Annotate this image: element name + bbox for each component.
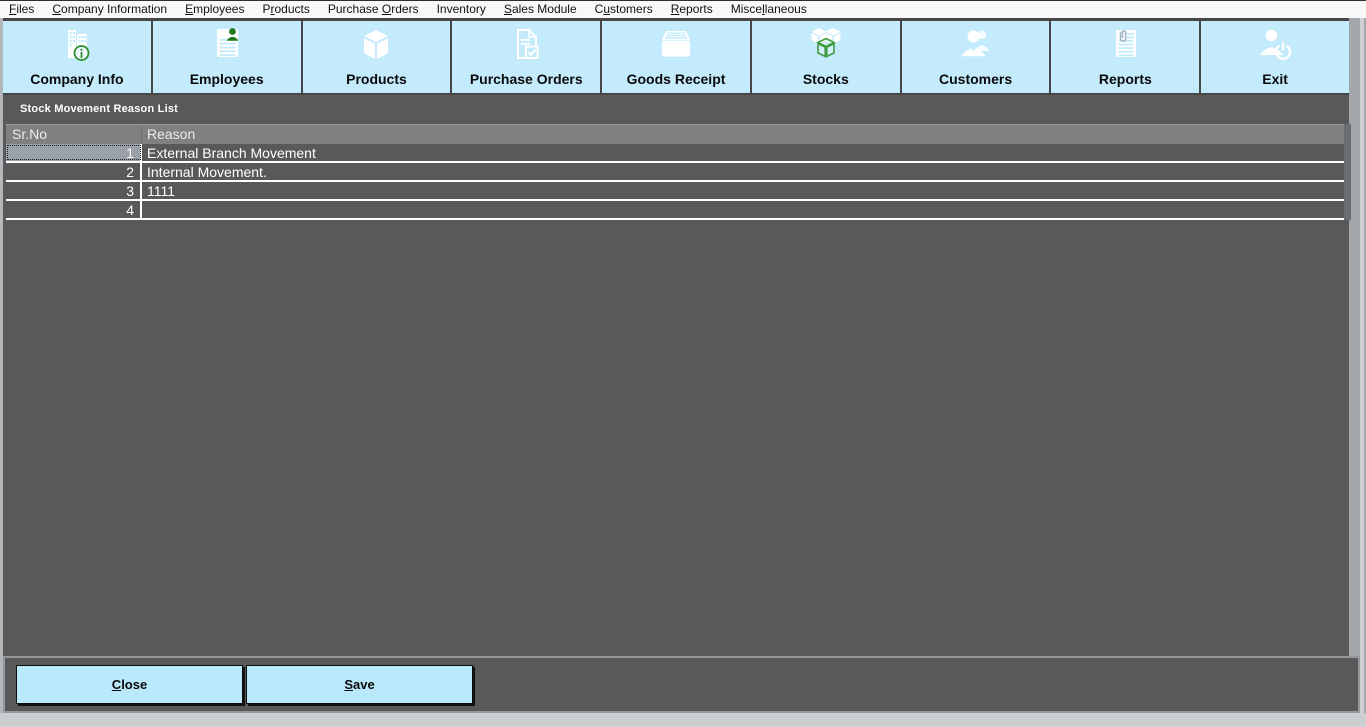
srno-cell[interactable]: 2 — [6, 163, 142, 180]
toolbar-button-label: Employees — [189, 71, 264, 87]
toolbar-button-label: Purchase Orders — [469, 71, 583, 87]
table-row: 2 Internal Movement. — [6, 163, 1344, 182]
toolbar-button-company-info[interactable]: Company Info — [3, 21, 151, 93]
close-button[interactable]: Close — [16, 665, 243, 704]
window-bottom-border — [0, 713, 1366, 727]
column-header-srno[interactable]: Sr.No — [6, 125, 142, 144]
reason-cell[interactable]: 1111 — [142, 182, 1344, 199]
table-row: 4 — [6, 201, 1344, 220]
reason-grid: Sr.No Reason 1 External Branch Movement 2 I… — [6, 124, 1344, 220]
grid-header-row: Sr.No Reason — [6, 125, 1344, 144]
building-info-icon — [54, 24, 100, 70]
menu-item-reports[interactable]: Reports — [662, 1, 722, 18]
toolbar-button-label: Customers — [939, 71, 1013, 87]
toolbar-button-label: Products — [346, 71, 407, 87]
toolbar-button-label: Stocks — [802, 71, 849, 87]
toolbar-button-employees[interactable]: Employees — [152, 21, 301, 93]
reason-cell[interactable]: External Branch Movement — [142, 144, 1344, 161]
toolbar-button-goods-receipt[interactable]: Goods Receipt — [602, 21, 750, 93]
toolbar-button-purchase-orders[interactable]: Purchase Orders — [452, 21, 601, 93]
goods-box-icon — [653, 24, 699, 70]
toolbar-button-customers[interactable]: Customers — [901, 21, 1050, 93]
menu-item-inventory[interactable]: Inventory — [428, 1, 495, 18]
window-right-border — [1349, 18, 1366, 713]
toolbar-button-exit[interactable]: Exit — [1201, 21, 1350, 93]
grid-right-strip — [1344, 124, 1351, 220]
stacked-cubes-icon — [803, 24, 849, 70]
document-check-icon — [503, 24, 549, 70]
menu-bar: Files Company Information Employees Product… — [0, 1, 1366, 18]
menu-item-products[interactable]: Products — [253, 1, 318, 18]
menu-item-files[interactable]: Files — [0, 1, 43, 18]
toolbar-button-label: Goods Receipt — [626, 71, 726, 87]
person-power-icon — [1252, 24, 1298, 70]
menu-item-purchase-orders[interactable]: Purchase Orders — [319, 1, 428, 18]
employee-card-icon — [204, 24, 250, 70]
table-row: 1 External Branch Movement — [6, 144, 1344, 163]
menu-item-customers[interactable]: Customers — [586, 1, 662, 18]
toolbar-button-reports[interactable]: Reports — [1051, 21, 1200, 93]
menu-item-employees[interactable]: Employees — [176, 1, 253, 18]
toolbar-frame: Company Info Employees Products Purchase… — [0, 18, 1350, 95]
people-icon — [953, 24, 999, 70]
toolbar-button-products[interactable]: Products — [302, 21, 451, 93]
cube-icon — [353, 24, 399, 70]
menu-item-company-information[interactable]: Company Information — [43, 1, 176, 18]
toolbar: Company Info Employees Products Purchase… — [3, 21, 1350, 93]
menu-item-sales-module[interactable]: Sales Module — [495, 1, 586, 18]
table-row: 3 1111 — [6, 182, 1344, 201]
grid-body: 1 External Branch Movement 2 Internal Movem… — [6, 144, 1344, 220]
report-document-icon — [1102, 24, 1148, 70]
toolbar-button-stocks[interactable]: Stocks — [751, 21, 900, 93]
reason-cell[interactable] — [142, 201, 1344, 218]
srno-cell[interactable]: 3 — [6, 182, 142, 199]
srno-cell[interactable]: 4 — [6, 201, 142, 218]
footer-bar: Close Save — [3, 656, 1360, 713]
column-header-reason[interactable]: Reason — [142, 125, 1344, 144]
srno-cell-selected[interactable]: 1 — [6, 144, 142, 161]
toolbar-button-label: Reports — [1098, 71, 1152, 87]
stock-movement-panel: Stock Movement Reason List Sr.No Reason … — [3, 95, 1351, 656]
menu-item-miscellaneous[interactable]: Miscellaneous — [722, 1, 816, 18]
reason-cell[interactable]: Internal Movement. — [142, 163, 1344, 180]
panel-title: Stock Movement Reason List — [20, 103, 179, 115]
save-button[interactable]: Save — [246, 665, 473, 704]
toolbar-button-label: Exit — [1262, 71, 1288, 87]
toolbar-button-label: Company Info — [30, 71, 124, 87]
